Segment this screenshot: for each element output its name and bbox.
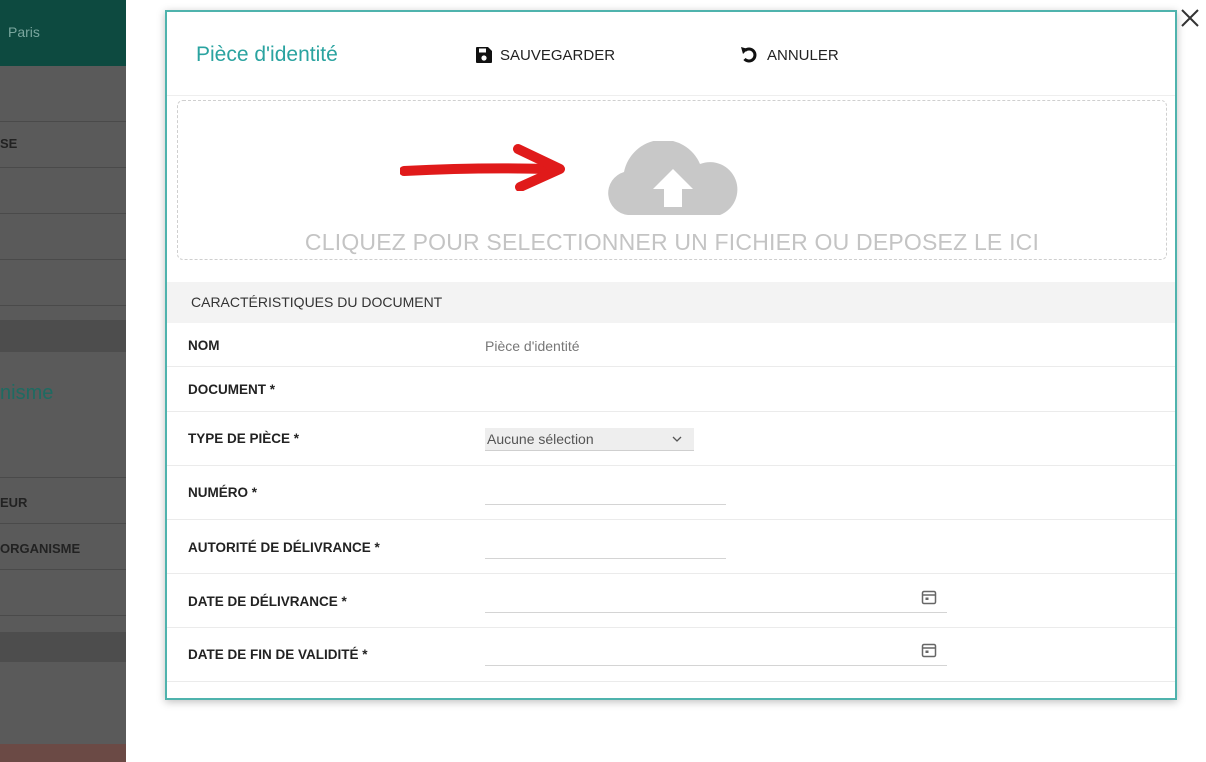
red-arrow-annotation — [400, 144, 565, 191]
cancel-button[interactable]: ANNULER — [740, 44, 839, 66]
field-row-nom: NOM Pièce d'identité — [167, 323, 1175, 367]
background-row — [0, 66, 126, 122]
background-gap — [0, 320, 126, 352]
dropzone-text: CLIQUEZ POUR SELECTIONNER UN FICHIER OU … — [304, 229, 1040, 255]
save-button-label: SAUVEGARDER — [500, 46, 616, 64]
field-label: DATE DE DÉLIVRANCE * — [188, 594, 347, 609]
number-input[interactable] — [485, 483, 726, 505]
field-row-date-fin: DATE DE FIN DE VALIDITÉ * — [167, 628, 1175, 682]
background-row: ORGANISME — [0, 524, 126, 570]
background-page: Paris SE nisme EUR ORGANISME — [0, 0, 126, 762]
field-label: NOM — [188, 338, 220, 353]
background-row — [0, 260, 126, 306]
background-header-text: Paris — [8, 24, 40, 40]
field-label: DATE DE FIN DE VALIDITÉ * — [188, 647, 368, 662]
modal-header: Pièce d'identité SAUVEGARDER ANNULER — [167, 12, 1175, 96]
field-row-date-delivrance: DATE DE DÉLIVRANCE * — [167, 574, 1175, 628]
issue-date-input[interactable] — [485, 591, 947, 613]
calendar-icon[interactable] — [921, 642, 937, 658]
select-value: Aucune sélection — [487, 431, 594, 447]
modal-title: Pièce d'identité — [196, 43, 338, 66]
document-modal: Pièce d'identité SAUVEGARDER ANNULER CLI… — [165, 10, 1177, 700]
calendar-icon[interactable] — [921, 589, 937, 605]
field-row-numero: NUMÉRO * — [167, 466, 1175, 520]
background-section-title: nisme — [0, 382, 54, 404]
background-gap — [0, 632, 126, 662]
save-button[interactable]: SAUVEGARDER — [475, 44, 615, 66]
background-footer — [0, 744, 126, 762]
document-characteristics-header: CARACTÉRISTIQUES DU DOCUMENT — [167, 282, 1175, 323]
issuing-authority-input[interactable] — [485, 537, 726, 559]
background-row — [0, 168, 126, 214]
expiry-date-input[interactable] — [485, 644, 947, 666]
field-row-autorite: AUTORITÉ DE DÉLIVRANCE * — [167, 520, 1175, 574]
cloud-upload-icon — [608, 141, 738, 215]
undo-icon — [741, 47, 757, 63]
background-header: Paris — [0, 0, 126, 66]
document-type-select[interactable]: Aucune sélection — [485, 428, 694, 451]
section-title: CARACTÉRISTIQUES DU DOCUMENT — [191, 294, 443, 310]
file-dropzone[interactable]: CLIQUEZ POUR SELECTIONNER UN FICHIER OU … — [177, 100, 1167, 260]
close-icon[interactable] — [1178, 6, 1202, 30]
field-label: NUMÉRO * — [188, 485, 258, 500]
background-row-text: ORGANISME — [0, 541, 81, 556]
background-row: EUR — [0, 478, 126, 524]
background-row: SE — [0, 122, 126, 168]
cancel-button-label: ANNULER — [767, 46, 839, 64]
chevron-down-icon — [672, 436, 682, 442]
field-label: DOCUMENT * — [188, 382, 275, 397]
field-row-document: DOCUMENT * — [167, 367, 1175, 412]
background-row — [0, 570, 126, 616]
field-row-type-piece: TYPE DE PIÈCE * Aucune sélection — [167, 412, 1175, 466]
floppy-disk-icon — [476, 47, 492, 63]
background-row-text: SE — [0, 136, 18, 151]
background-row — [0, 432, 126, 478]
name-value: Pièce d'identité — [485, 338, 580, 354]
background-row — [0, 214, 126, 260]
field-label: TYPE DE PIÈCE * — [188, 431, 300, 446]
field-label: AUTORITÉ DE DÉLIVRANCE * — [188, 540, 380, 555]
background-row-text: EUR — [0, 495, 28, 510]
